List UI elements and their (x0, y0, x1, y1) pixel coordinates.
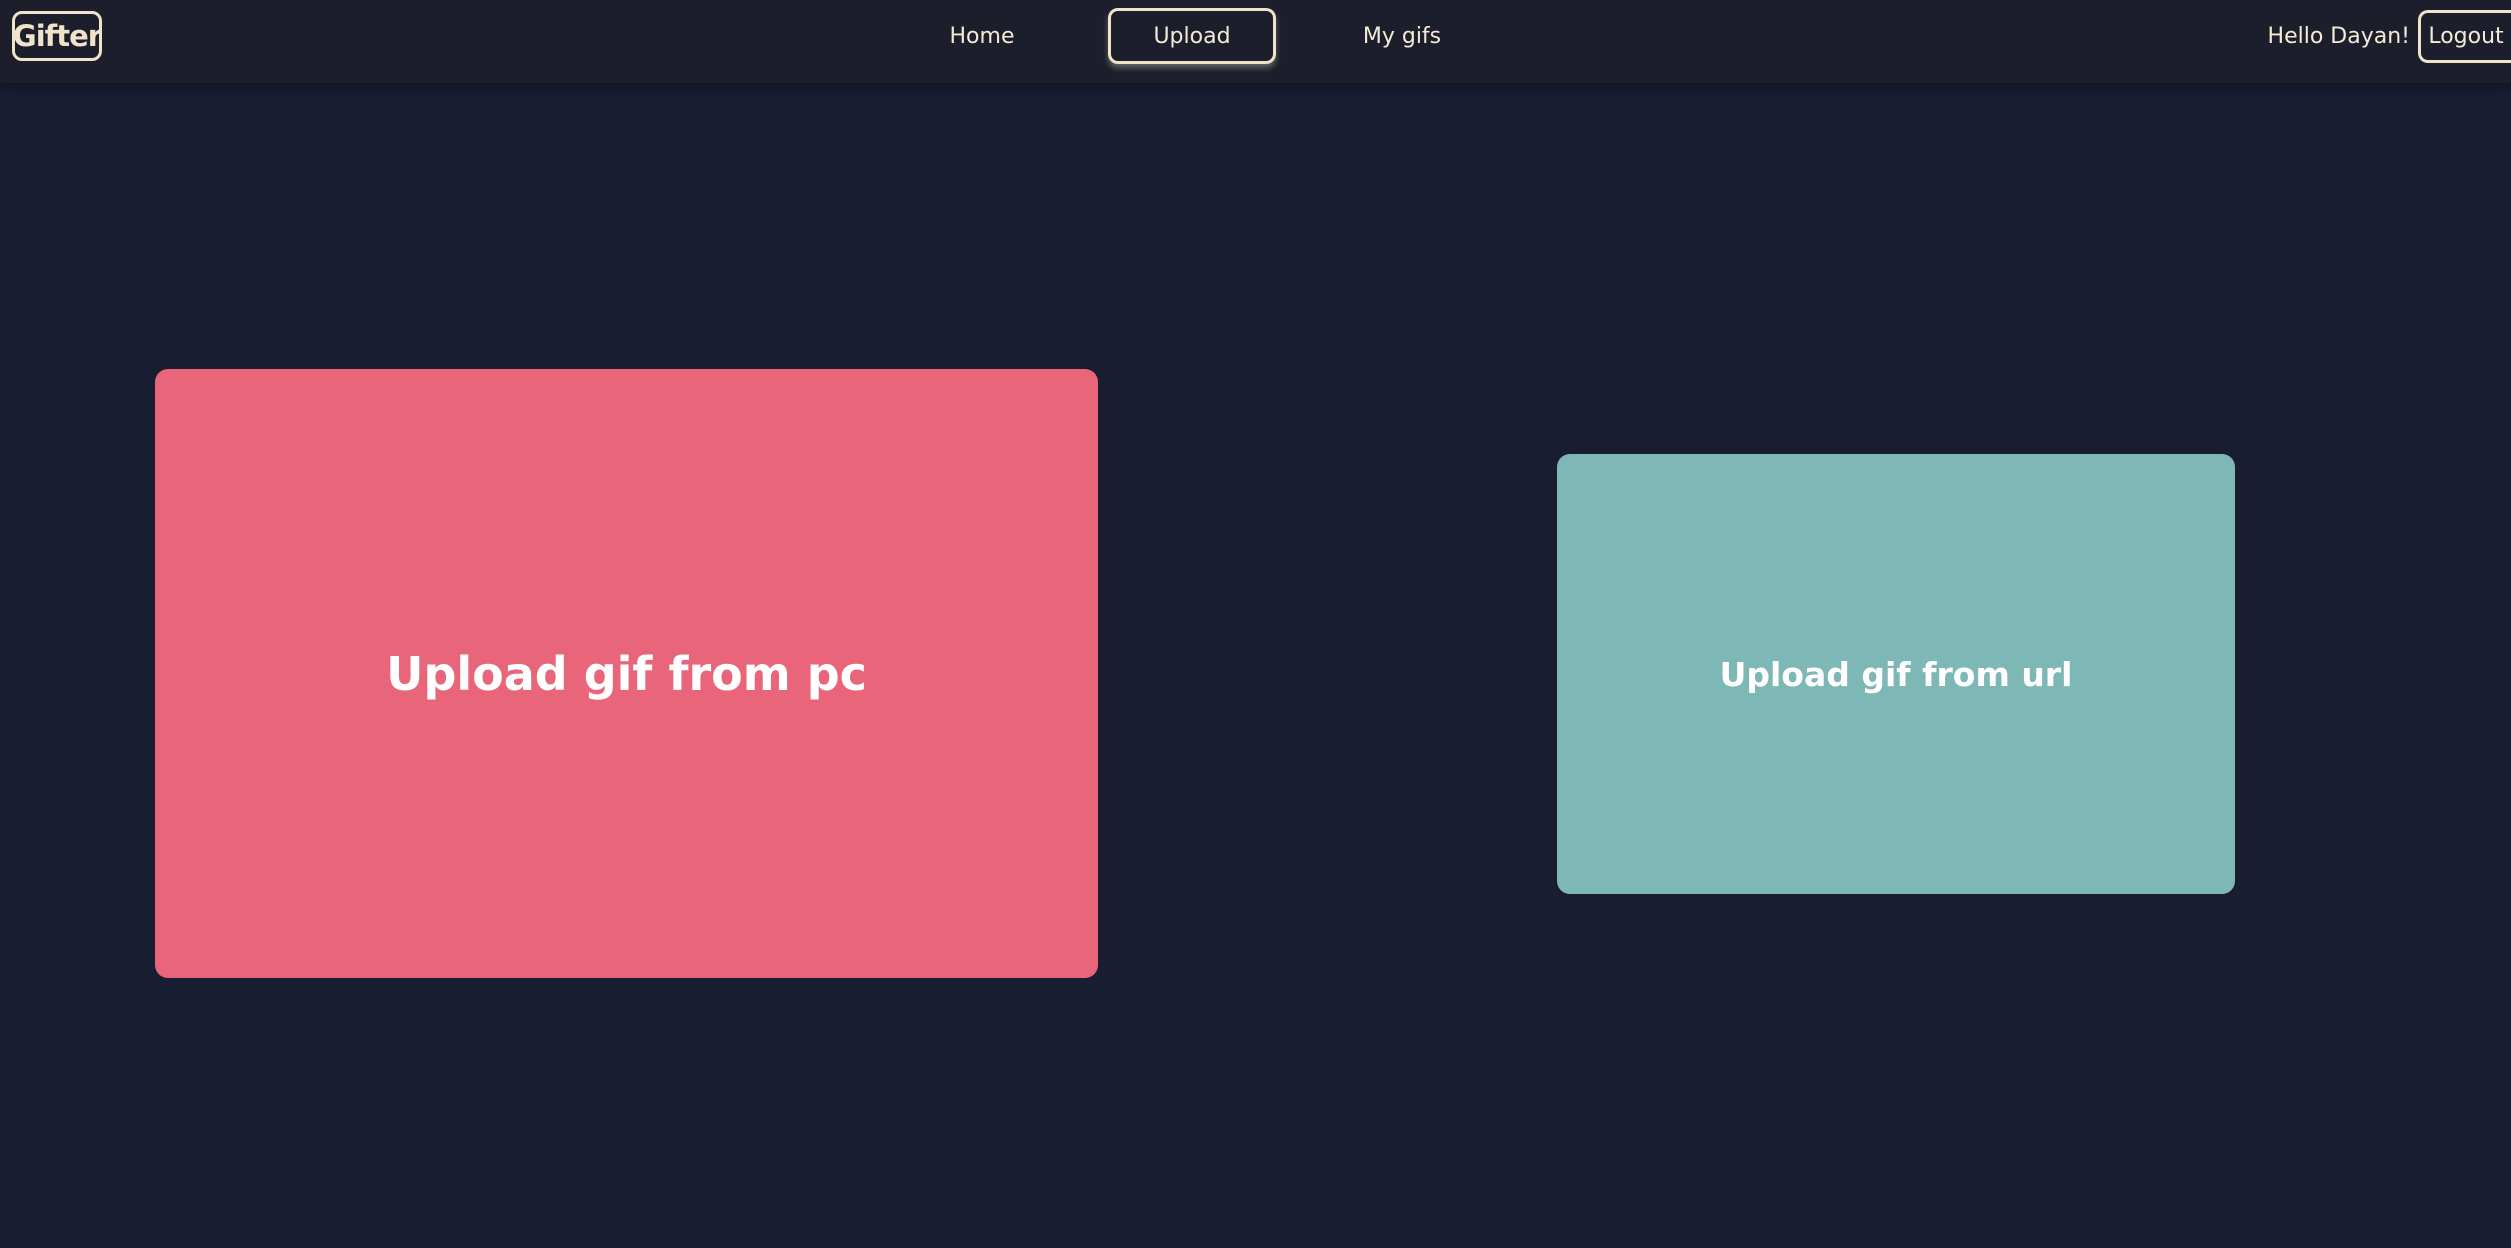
nav-my-gifs-link[interactable]: My gifs (1342, 8, 1462, 64)
upload-from-url-label: Upload gif from url (1719, 654, 2073, 694)
top-navbar: Gifter Home Upload My gifs Hello Dayan! … (0, 0, 2511, 83)
upload-from-pc-card[interactable]: Upload gif from pc (155, 369, 1098, 978)
nav-home-link[interactable]: Home (922, 8, 1042, 64)
user-greeting: Hello Dayan! (2267, 23, 2410, 49)
gifter-logo[interactable]: Gifter (12, 11, 102, 61)
upload-from-url-card[interactable]: Upload gif from url (1557, 454, 2235, 894)
logout-button[interactable]: Logout (2418, 10, 2511, 63)
upload-from-pc-label: Upload gif from pc (386, 646, 867, 701)
nav-upload-link[interactable]: Upload (1108, 8, 1276, 64)
